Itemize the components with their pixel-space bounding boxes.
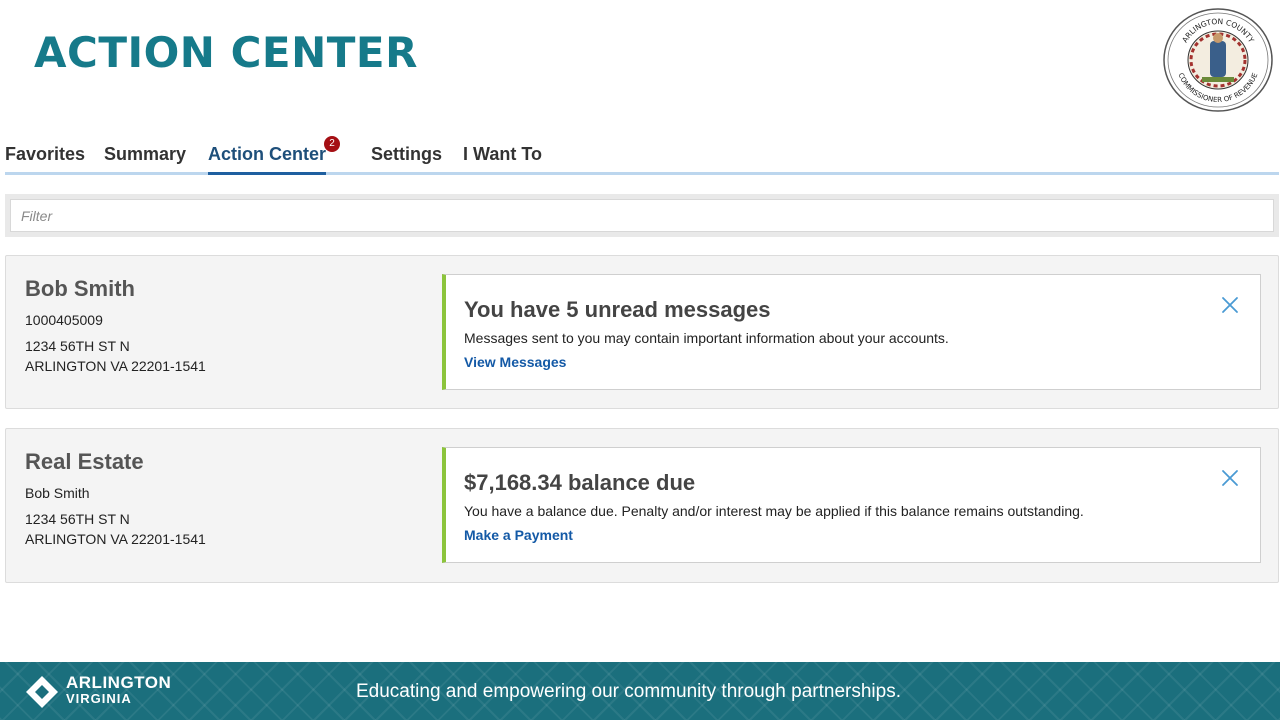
filter-input[interactable] xyxy=(10,199,1274,232)
account-name: Bob Smith xyxy=(25,276,135,301)
tab-favorites[interactable]: Favorites xyxy=(5,144,85,175)
owner-name: Bob Smith xyxy=(25,485,90,501)
account-summary: Bob Smith 1000405009 1234 56TH ST N ARLI… xyxy=(25,276,425,376)
tab-settings[interactable]: Settings xyxy=(371,144,442,175)
tab-action-center[interactable]: Action Center xyxy=(208,144,327,175)
notice-title: $7,168.34 balance due xyxy=(464,470,696,495)
view-messages-link[interactable]: View Messages xyxy=(464,354,566,370)
address-line-2: ARLINGTON VA 22201-1541 xyxy=(25,358,206,374)
account-type: Real Estate xyxy=(25,449,144,474)
account-number: 1000405009 xyxy=(25,312,103,328)
arlington-logo-icon xyxy=(26,676,58,708)
footer-tagline: Educating and empowering our community t… xyxy=(356,681,901,702)
notice-description: You have a balance due. Penalty and/or i… xyxy=(464,503,1084,519)
address-line-1: 1234 56TH ST N xyxy=(25,511,130,527)
close-icon[interactable] xyxy=(1220,468,1240,488)
account-card-messages: Bob Smith 1000405009 1234 56TH ST N ARLI… xyxy=(5,255,1279,409)
address-line-1: 1234 56TH ST N xyxy=(25,338,130,354)
tab-bar: Favorites Summary Action Center Settings… xyxy=(5,138,1279,178)
close-icon[interactable] xyxy=(1220,295,1240,315)
balance-due-notice: $7,168.34 balance due You have a balance… xyxy=(442,447,1261,563)
tab-i-want-to[interactable]: I Want To xyxy=(463,144,542,175)
tab-summary[interactable]: Summary xyxy=(104,144,186,175)
page-title: ACTION CENTER xyxy=(34,28,418,77)
unread-messages-notice: You have 5 unread messages Messages sent… xyxy=(442,274,1261,390)
action-center-notification-badge: 2 xyxy=(324,136,340,152)
footer: ARLINGTON VIRGINIA Educating and empower… xyxy=(0,662,1280,720)
footer-brand: ARLINGTON VIRGINIA xyxy=(66,673,172,707)
make-payment-link[interactable]: Make a Payment xyxy=(464,527,573,543)
account-card-real-estate: Real Estate Bob Smith 1234 56TH ST N ARL… xyxy=(5,428,1279,583)
brand-line-2: VIRGINIA xyxy=(66,691,132,706)
brand-line-1: ARLINGTON xyxy=(66,673,172,692)
notice-description: Messages sent to you may contain importa… xyxy=(464,330,949,346)
address-line-2: ARLINGTON VA 22201-1541 xyxy=(25,531,206,547)
account-summary: Real Estate Bob Smith 1234 56TH ST N ARL… xyxy=(25,449,425,549)
county-seal-logo: ARLINGTON COUNTY COMMISSIONER OF REVENUE xyxy=(1163,8,1273,112)
tab-bar-divider xyxy=(5,172,1279,175)
filter-bar xyxy=(5,194,1279,237)
notice-title: You have 5 unread messages xyxy=(464,297,771,322)
